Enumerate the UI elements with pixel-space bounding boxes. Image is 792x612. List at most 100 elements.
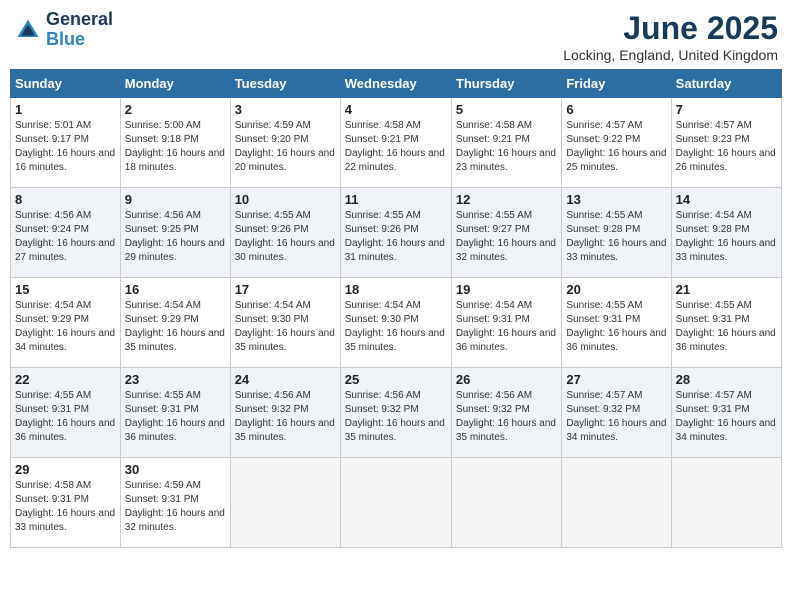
calendar-cell: 3 Sunrise: 4:59 AMSunset: 9:20 PMDayligh… bbox=[230, 98, 340, 188]
day-number: 20 bbox=[566, 282, 666, 297]
calendar-cell bbox=[671, 458, 781, 548]
location: Locking, England, United Kingdom bbox=[563, 47, 778, 63]
calendar-cell: 21 Sunrise: 4:55 AMSunset: 9:31 PMDaylig… bbox=[671, 278, 781, 368]
day-number: 14 bbox=[676, 192, 777, 207]
month-title: June 2025 bbox=[563, 10, 778, 47]
day-info: Sunrise: 4:56 AMSunset: 9:32 PMDaylight:… bbox=[345, 389, 447, 445]
calendar-week-row: 1 Sunrise: 5:01 AMSunset: 9:17 PMDayligh… bbox=[11, 98, 782, 188]
day-number: 16 bbox=[125, 282, 226, 297]
day-info: Sunrise: 4:54 AMSunset: 9:31 PMDaylight:… bbox=[456, 299, 557, 355]
title-block: June 2025 Locking, England, United Kingd… bbox=[563, 10, 778, 63]
day-info: Sunrise: 4:55 AMSunset: 9:28 PMDaylight:… bbox=[566, 209, 666, 265]
day-number: 13 bbox=[566, 192, 666, 207]
day-number: 5 bbox=[456, 102, 557, 117]
day-number: 15 bbox=[15, 282, 116, 297]
day-number: 18 bbox=[345, 282, 447, 297]
day-info: Sunrise: 4:54 AMSunset: 9:30 PMDaylight:… bbox=[235, 299, 336, 355]
day-info: Sunrise: 4:59 AMSunset: 9:31 PMDaylight:… bbox=[125, 479, 226, 535]
weekday-header-friday: Friday bbox=[562, 70, 671, 98]
calendar-cell: 11 Sunrise: 4:55 AMSunset: 9:26 PMDaylig… bbox=[340, 188, 451, 278]
day-info: Sunrise: 5:00 AMSunset: 9:18 PMDaylight:… bbox=[125, 119, 226, 175]
calendar-week-row: 29 Sunrise: 4:58 AMSunset: 9:31 PMDaylig… bbox=[11, 458, 782, 548]
calendar-cell: 5 Sunrise: 4:58 AMSunset: 9:21 PMDayligh… bbox=[451, 98, 561, 188]
day-number: 7 bbox=[676, 102, 777, 117]
day-number: 3 bbox=[235, 102, 336, 117]
day-number: 27 bbox=[566, 372, 666, 387]
calendar-cell: 18 Sunrise: 4:54 AMSunset: 9:30 PMDaylig… bbox=[340, 278, 451, 368]
weekday-header-sunday: Sunday bbox=[11, 70, 121, 98]
calendar-week-row: 8 Sunrise: 4:56 AMSunset: 9:24 PMDayligh… bbox=[11, 188, 782, 278]
day-info: Sunrise: 4:55 AMSunset: 9:26 PMDaylight:… bbox=[235, 209, 336, 265]
calendar-cell: 12 Sunrise: 4:55 AMSunset: 9:27 PMDaylig… bbox=[451, 188, 561, 278]
day-info: Sunrise: 4:56 AMSunset: 9:32 PMDaylight:… bbox=[456, 389, 557, 445]
day-info: Sunrise: 4:56 AMSunset: 9:32 PMDaylight:… bbox=[235, 389, 336, 445]
calendar-cell: 24 Sunrise: 4:56 AMSunset: 9:32 PMDaylig… bbox=[230, 368, 340, 458]
calendar-cell: 26 Sunrise: 4:56 AMSunset: 9:32 PMDaylig… bbox=[451, 368, 561, 458]
day-info: Sunrise: 4:55 AMSunset: 9:31 PMDaylight:… bbox=[676, 299, 777, 355]
day-info: Sunrise: 4:57 AMSunset: 9:32 PMDaylight:… bbox=[566, 389, 666, 445]
calendar-cell bbox=[562, 458, 671, 548]
day-number: 11 bbox=[345, 192, 447, 207]
day-info: Sunrise: 4:57 AMSunset: 9:22 PMDaylight:… bbox=[566, 119, 666, 175]
day-info: Sunrise: 5:01 AMSunset: 9:17 PMDaylight:… bbox=[15, 119, 116, 175]
logo: General Blue bbox=[14, 10, 113, 50]
calendar-cell: 13 Sunrise: 4:55 AMSunset: 9:28 PMDaylig… bbox=[562, 188, 671, 278]
day-info: Sunrise: 4:55 AMSunset: 9:27 PMDaylight:… bbox=[456, 209, 557, 265]
page-header: General Blue June 2025 Locking, England,… bbox=[10, 10, 782, 63]
day-number: 23 bbox=[125, 372, 226, 387]
calendar-cell bbox=[340, 458, 451, 548]
calendar-cell: 6 Sunrise: 4:57 AMSunset: 9:22 PMDayligh… bbox=[562, 98, 671, 188]
calendar-cell: 14 Sunrise: 4:54 AMSunset: 9:28 PMDaylig… bbox=[671, 188, 781, 278]
calendar-cell: 8 Sunrise: 4:56 AMSunset: 9:24 PMDayligh… bbox=[11, 188, 121, 278]
day-number: 29 bbox=[15, 462, 116, 477]
calendar-week-row: 15 Sunrise: 4:54 AMSunset: 9:29 PMDaylig… bbox=[11, 278, 782, 368]
day-number: 6 bbox=[566, 102, 666, 117]
day-number: 25 bbox=[345, 372, 447, 387]
day-number: 22 bbox=[15, 372, 116, 387]
calendar-cell: 16 Sunrise: 4:54 AMSunset: 9:29 PMDaylig… bbox=[120, 278, 230, 368]
calendar-cell: 9 Sunrise: 4:56 AMSunset: 9:25 PMDayligh… bbox=[120, 188, 230, 278]
calendar-cell: 15 Sunrise: 4:54 AMSunset: 9:29 PMDaylig… bbox=[11, 278, 121, 368]
logo-text: General Blue bbox=[46, 10, 113, 50]
day-info: Sunrise: 4:54 AMSunset: 9:28 PMDaylight:… bbox=[676, 209, 777, 265]
day-number: 1 bbox=[15, 102, 116, 117]
day-info: Sunrise: 4:59 AMSunset: 9:20 PMDaylight:… bbox=[235, 119, 336, 175]
calendar-cell: 30 Sunrise: 4:59 AMSunset: 9:31 PMDaylig… bbox=[120, 458, 230, 548]
day-info: Sunrise: 4:54 AMSunset: 9:30 PMDaylight:… bbox=[345, 299, 447, 355]
day-number: 12 bbox=[456, 192, 557, 207]
day-number: 17 bbox=[235, 282, 336, 297]
day-info: Sunrise: 4:55 AMSunset: 9:31 PMDaylight:… bbox=[125, 389, 226, 445]
calendar-cell: 7 Sunrise: 4:57 AMSunset: 9:23 PMDayligh… bbox=[671, 98, 781, 188]
day-info: Sunrise: 4:56 AMSunset: 9:25 PMDaylight:… bbox=[125, 209, 226, 265]
day-info: Sunrise: 4:54 AMSunset: 9:29 PMDaylight:… bbox=[125, 299, 226, 355]
calendar-cell: 2 Sunrise: 5:00 AMSunset: 9:18 PMDayligh… bbox=[120, 98, 230, 188]
day-info: Sunrise: 4:55 AMSunset: 9:31 PMDaylight:… bbox=[15, 389, 116, 445]
weekday-header-monday: Monday bbox=[120, 70, 230, 98]
day-number: 19 bbox=[456, 282, 557, 297]
day-info: Sunrise: 4:57 AMSunset: 9:31 PMDaylight:… bbox=[676, 389, 777, 445]
day-info: Sunrise: 4:58 AMSunset: 9:31 PMDaylight:… bbox=[15, 479, 116, 535]
weekday-header-saturday: Saturday bbox=[671, 70, 781, 98]
day-info: Sunrise: 4:57 AMSunset: 9:23 PMDaylight:… bbox=[676, 119, 777, 175]
day-number: 21 bbox=[676, 282, 777, 297]
day-info: Sunrise: 4:55 AMSunset: 9:26 PMDaylight:… bbox=[345, 209, 447, 265]
calendar-cell: 29 Sunrise: 4:58 AMSunset: 9:31 PMDaylig… bbox=[11, 458, 121, 548]
day-info: Sunrise: 4:55 AMSunset: 9:31 PMDaylight:… bbox=[566, 299, 666, 355]
weekday-header-tuesday: Tuesday bbox=[230, 70, 340, 98]
calendar-cell: 4 Sunrise: 4:58 AMSunset: 9:21 PMDayligh… bbox=[340, 98, 451, 188]
calendar-cell: 20 Sunrise: 4:55 AMSunset: 9:31 PMDaylig… bbox=[562, 278, 671, 368]
day-number: 10 bbox=[235, 192, 336, 207]
calendar-cell: 27 Sunrise: 4:57 AMSunset: 9:32 PMDaylig… bbox=[562, 368, 671, 458]
calendar-cell: 1 Sunrise: 5:01 AMSunset: 9:17 PMDayligh… bbox=[11, 98, 121, 188]
day-info: Sunrise: 4:56 AMSunset: 9:24 PMDaylight:… bbox=[15, 209, 116, 265]
calendar-cell: 17 Sunrise: 4:54 AMSunset: 9:30 PMDaylig… bbox=[230, 278, 340, 368]
day-number: 9 bbox=[125, 192, 226, 207]
calendar-header-row: SundayMondayTuesdayWednesdayThursdayFrid… bbox=[11, 70, 782, 98]
day-number: 4 bbox=[345, 102, 447, 117]
calendar-cell: 25 Sunrise: 4:56 AMSunset: 9:32 PMDaylig… bbox=[340, 368, 451, 458]
day-number: 26 bbox=[456, 372, 557, 387]
logo-icon bbox=[14, 16, 42, 44]
day-info: Sunrise: 4:58 AMSunset: 9:21 PMDaylight:… bbox=[345, 119, 447, 175]
day-number: 24 bbox=[235, 372, 336, 387]
day-number: 28 bbox=[676, 372, 777, 387]
